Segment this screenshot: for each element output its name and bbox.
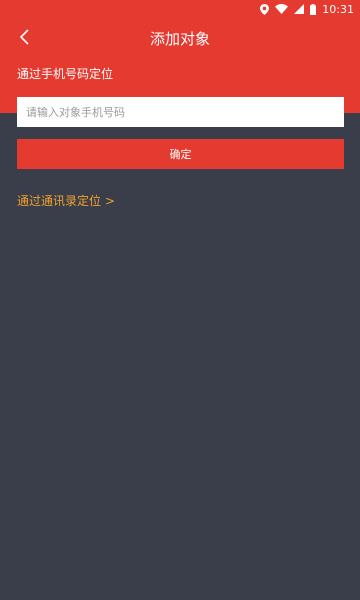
confirm-button[interactable]: 确定 [17,139,344,169]
locate-via-contacts-link[interactable]: 通过通讯录定位 > [17,192,115,210]
status-bar: 10:31 [0,0,360,18]
wifi-icon [275,4,289,14]
section-label: 通过手机号码定位 [17,67,114,81]
signal-icon [294,4,305,14]
status-time: 10:31 [322,2,354,16]
phone-number-input[interactable] [17,97,344,127]
page-title: 添加对象 [149,30,210,48]
battery-icon [310,3,317,15]
location-icon [260,3,270,15]
